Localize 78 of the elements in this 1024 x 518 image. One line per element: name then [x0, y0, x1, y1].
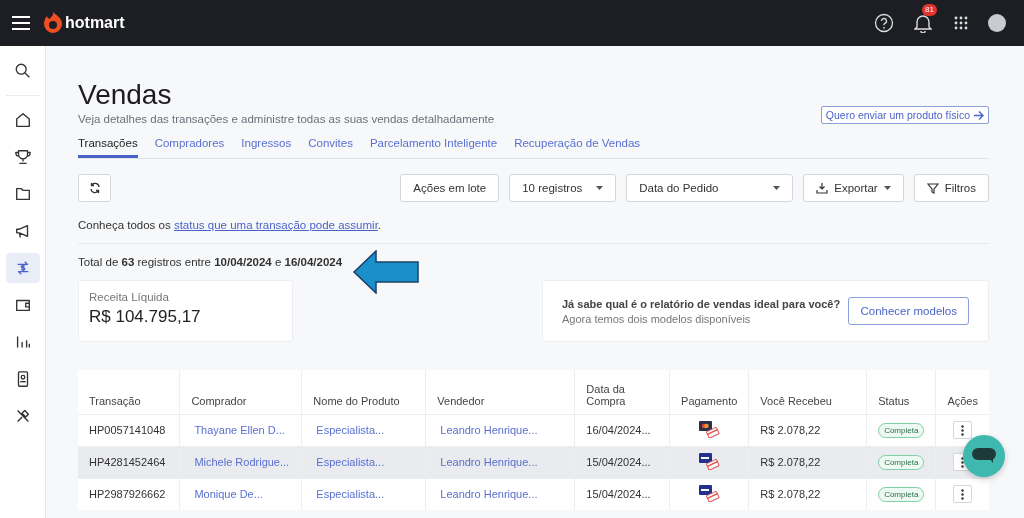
column-header: Vendedor	[425, 370, 575, 414]
tab[interactable]: Parcelamento Inteligente	[369, 133, 498, 158]
brand-name: hotmart	[65, 14, 125, 32]
promo-title: Já sabe qual é o relatório de vendas ideal para você?	[562, 297, 841, 310]
more-vertical-icon	[961, 424, 965, 436]
seller-link[interactable]: Leandro Henrique...	[425, 446, 575, 478]
promo-text: Agora temos dois modelos disponíveis	[562, 312, 752, 325]
page-subtitle: Veja detalhes das transações e administre todas as suas vendas detalhadamente	[78, 113, 495, 125]
sidebar-item[interactable]	[5, 253, 40, 283]
apps-grid-icon[interactable]	[954, 16, 968, 30]
page-title: Vendas	[78, 78, 173, 112]
purchase-date: 15/04/2024...	[574, 446, 670, 478]
column-header: Transação	[78, 370, 180, 414]
received-amount: R$ 2.078,22	[748, 478, 867, 510]
filters-button[interactable]: Filtros	[913, 174, 989, 202]
more-vertical-icon	[961, 488, 965, 500]
date-field-select[interactable]: Data do Pedido	[626, 174, 794, 202]
home-icon	[13, 111, 32, 129]
column-header: Nome do Produto	[301, 370, 426, 414]
received-amount: R$ 2.078,22	[748, 446, 867, 478]
column-header: Pagamento	[669, 370, 749, 414]
column-header: Data da Compra	[574, 370, 670, 414]
transaction-id: HP2987926662	[78, 478, 180, 510]
more-vertical-icon	[961, 456, 965, 468]
tab[interactable]: Convites	[308, 133, 353, 158]
status-badge: Completa	[878, 486, 925, 502]
revenue-value: R$ 104.795,17	[89, 307, 202, 327]
buyer-link[interactable]: Monique De...	[179, 478, 302, 510]
column-header: Comprador	[179, 370, 302, 414]
caret-icon	[883, 186, 891, 190]
row-actions-button[interactable]	[953, 485, 973, 503]
tab[interactable]: Transações	[78, 133, 138, 158]
page-size-select[interactable]: 10 registros	[509, 174, 617, 202]
caret-icon	[773, 186, 781, 190]
tab[interactable]: Ingressos	[241, 133, 292, 158]
annotation-arrow	[352, 250, 420, 294]
refresh-icon	[88, 182, 101, 194]
caret-icon	[596, 186, 604, 190]
records-total-text: Total de 63 registros entre 10/04/2024 e 16/04/2024	[78, 256, 344, 268]
speech-bubble-icon	[972, 448, 996, 464]
avatar[interactable]	[988, 14, 1006, 32]
purchase-date: 15/04/2024...	[574, 478, 670, 510]
batch-actions-button[interactable]: Ações em lote	[400, 174, 500, 202]
product-link[interactable]: Especialista...	[301, 446, 426, 478]
bell-icon[interactable]	[914, 13, 932, 33]
row-actions-button[interactable]	[953, 421, 973, 439]
chat-button[interactable]	[963, 435, 1005, 477]
export-button[interactable]: Exportar	[803, 174, 904, 202]
tab[interactable]: Recuperação de Vendas	[514, 133, 641, 158]
column-header: Você Recebeu	[748, 370, 867, 414]
physical-product-button[interactable]: Quero enviar um produto físico	[820, 106, 989, 124]
credit-card-icon	[698, 484, 721, 502]
buyer-link[interactable]: Michele Rodrigue...	[179, 446, 302, 478]
download-icon	[816, 182, 829, 194]
folder-icon	[13, 185, 32, 203]
flame-logo-icon	[44, 12, 62, 34]
status-badge: Completa	[878, 422, 925, 438]
status-info-text: Conheça todos os status que uma transação pode assumir.	[78, 219, 989, 244]
notification-badge: 81	[922, 4, 937, 16]
credit-card-icon	[698, 420, 721, 438]
transaction-id: HP4281452464	[78, 446, 180, 478]
refresh-button[interactable]	[78, 174, 111, 202]
column-header: Status	[866, 370, 936, 414]
product-link[interactable]: Especialista...	[301, 478, 426, 510]
credit-card-icon	[698, 452, 721, 470]
filter-icon	[926, 182, 939, 194]
arrow-right-icon	[974, 110, 984, 120]
revenue-label: Receita Líquida	[89, 291, 170, 303]
tab[interactable]: Compradores	[154, 133, 225, 158]
status-badge: Completa	[878, 454, 925, 470]
help-icon[interactable]	[874, 13, 894, 33]
models-button[interactable]: Conhecer modelos	[848, 297, 969, 325]
trophy-icon	[13, 148, 32, 166]
seller-link[interactable]: Leandro Henrique...	[425, 478, 575, 510]
status-link[interactable]: status que uma transação pode assumir	[173, 219, 378, 231]
search-icon	[13, 62, 32, 80]
column-header: Ações	[935, 370, 989, 414]
menu-icon[interactable]	[12, 16, 30, 30]
